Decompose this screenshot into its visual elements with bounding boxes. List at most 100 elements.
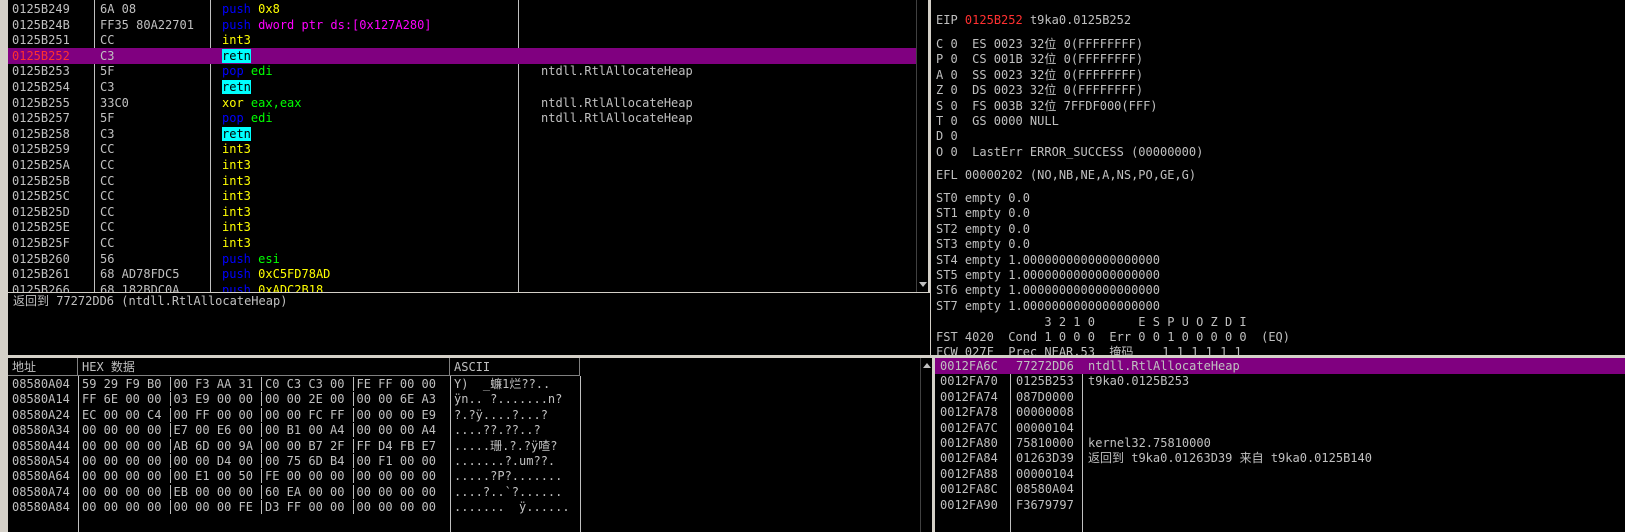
disassembly-pane[interactable]: 0125B249 6A 08 push 0x8 0125B24B FF35 80A227… [8, 0, 920, 292]
stack-row[interactable]: 0012FA80 75810000 kernel32.75810000 [935, 435, 1625, 451]
disasm-mnemonic: retn [222, 80, 251, 94]
dump-group-separator [352, 438, 354, 453]
stack-row[interactable]: 0012FA6C 77272DD6 ntdll.RtlAllocateHeap [935, 358, 1625, 374]
fpu-register-line[interactable]: ST5 empty 1.0000000000000000000 [936, 267, 1160, 283]
dump-scrollbar[interactable] [920, 358, 932, 532]
dump-ascii: .....珊.?.?ÿ喳? [454, 438, 558, 453]
flag-register-line[interactable]: D 0 [936, 128, 958, 144]
dump-row[interactable]: 08580A44 00 00 00 00 AB 6D 00 9A 00 00 B7 2… [8, 438, 920, 454]
dump-address: 08580A74 [12, 484, 70, 499]
dump-pane[interactable]: 地址 HEX 数据 ASCII 08580A04 59 29 F9 B0 00 F3… [8, 358, 920, 532]
dump-row[interactable]: 08580A34 00 00 00 00 E7 00 E6 00 00 B1 00 A… [8, 422, 920, 438]
dump-address: 08580A34 [12, 423, 70, 438]
dump-hex-group: 00 FF 00 00 [173, 407, 253, 422]
disasm-row[interactable]: 0125B25E CC int3 [8, 219, 920, 235]
stack-row[interactable]: 0012FA88 00000104 [935, 466, 1625, 482]
disasm-instruction: pop edi [222, 110, 273, 126]
eip-register[interactable]: EIP 0125B252 t9ka0.0125B252 [936, 12, 1131, 28]
dump-col-ascii[interactable]: ASCII [450, 358, 580, 376]
stack-row[interactable]: 0012FA74 087D0000 [935, 389, 1625, 405]
fpu-register-line[interactable]: ST1 empty 0.0 [936, 205, 1030, 221]
dump-row[interactable]: 08580A64 00 00 00 00 00 E1 00 50 FE 00 00 0… [8, 468, 920, 484]
dump-group-separator [169, 454, 171, 468]
dump-row[interactable]: 08580A54 00 00 00 00 00 00 D4 00 00 75 6D B… [8, 453, 920, 469]
dump-row[interactable]: 08580A04 59 29 F9 B0 00 F3 AA 31 C0 C3 C3 0… [8, 376, 920, 392]
disasm-row[interactable]: 0125B249 6A 08 push 0x8 [8, 1, 920, 17]
stack-row[interactable]: 0012FA90 F3679797 [935, 497, 1625, 513]
dump-col-hex[interactable]: HEX 数据 [78, 358, 450, 376]
dump-col-address[interactable]: 地址 [8, 358, 78, 376]
stack-value: 00000008 [1016, 405, 1074, 420]
stack-row[interactable]: 0012FA7C 00000104 [935, 420, 1625, 436]
stack-value: 00000104 [1016, 466, 1074, 481]
efl-register[interactable]: EFL 00000202 (NO,NB,NE,A,NS,PO,GE,G) [936, 167, 1196, 183]
flag-register-line[interactable]: P 0 CS 001B 32位 0(FFFFFFFF) [936, 51, 1143, 67]
disasm-mnemonic: int3 [222, 142, 251, 157]
disasm-row[interactable]: 0125B251 CC int3 [8, 32, 920, 48]
dump-hex-group: 59 29 F9 B0 [82, 377, 162, 391]
dump-row[interactable]: 08580A14 FF 6E 00 00 03 E9 00 00 00 00 2E 0… [8, 391, 920, 407]
disasm-row[interactable]: 0125B25F CC int3 [8, 235, 920, 251]
disasm-row[interactable]: 0125B254 C3 retn [8, 79, 920, 95]
disasm-row[interactable]: 0125B25A CC int3 [8, 157, 920, 173]
disasm-mnemonic: push [222, 2, 251, 16]
disasm-row[interactable]: 0125B255 33C0 xor eax,eax ntdll.RtlAllocate… [8, 95, 920, 111]
disasm-row[interactable]: 0125B252 C3 retn [8, 47, 920, 64]
dump-group-separator [169, 423, 171, 438]
flag-register-line[interactable]: O 0 LastErr ERROR_SUCCESS (00000000) [936, 144, 1203, 160]
fpu-register-line[interactable]: ST4 empty 1.0000000000000000000 [936, 252, 1160, 268]
stack-row[interactable]: 0012FA84 01263D39 返回到 t9ka0.01263D39 来自 t9… [935, 450, 1625, 466]
disasm-row[interactable]: 0125B25B CC int3 [8, 173, 920, 189]
stack-pane[interactable]: 0012FA6C 77272DD6 ntdll.RtlAllocateHeap 001… [935, 358, 1625, 532]
disasm-instruction: retn [222, 79, 251, 95]
dump-group-separator [261, 392, 262, 407]
stack-row[interactable]: 0012FA78 00000008 [935, 404, 1625, 420]
dump-ascii: .......?.um??. [454, 454, 556, 468]
disasm-row[interactable]: 0125B260 56 push esi [8, 251, 920, 267]
disasm-row[interactable]: 0125B253 5F pop edi ntdll.RtlAllocateHeap [8, 63, 920, 79]
disasm-row[interactable]: 0125B259 CC int3 [8, 141, 920, 157]
disasm-row[interactable]: 0125B257 5F pop edi ntdll.RtlAllocateHeap [8, 110, 920, 126]
stack-row[interactable]: 0012FA70 0125B253 t9ka0.0125B253 [935, 373, 1625, 389]
dump-row[interactable]: 08580A84 00 00 00 00 00 00 00 FE D3 FF 00 0… [8, 499, 920, 515]
disasm-row[interactable]: 0125B258 C3 retn [8, 126, 920, 142]
disassembly-scrollbar[interactable] [916, 0, 928, 292]
stack-value: 00000104 [1016, 420, 1074, 435]
dump-hex-group: 00 00 00 E9 [356, 407, 436, 422]
disasm-hex: 33C0 [100, 95, 129, 110]
registers-pane[interactable]: EIP 0125B252 t9ka0.0125B252 C 0 ES 0023 … [931, 0, 1625, 355]
disasm-instruction: int3 [222, 235, 251, 251]
flag-register-line[interactable]: S 0 FS 003B 32位 7FFDF000(FFF) [936, 98, 1158, 114]
disasm-row[interactable]: 0125B25D CC int3 [8, 204, 920, 220]
fpu-register-line[interactable]: ST2 empty 0.0 [936, 221, 1030, 237]
dump-group-separator [169, 500, 171, 515]
fst-register[interactable]: FST 4020 Cond 1 0 0 0 Err 0 0 1 0 0 0 0 … [936, 329, 1290, 345]
disasm-row[interactable]: 0125B266 68 182BDC0A push 0xADC2B18 [8, 282, 920, 292]
disasm-row[interactable]: 0125B25C CC int3 [8, 188, 920, 204]
dump-row[interactable]: 08580A74 00 00 00 00 EB 00 00 00 60 EA 00 0… [8, 484, 920, 500]
flag-register-line[interactable]: A 0 SS 0023 32位 0(FFFFFFFF) [936, 67, 1143, 83]
fpu-register-line[interactable]: ST7 empty 1.0000000000000000000 [936, 298, 1160, 314]
disasm-row[interactable]: 0125B261 68 AD78FDC5 push 0xC5FD78AD [8, 266, 920, 282]
disasm-instruction: push 0xC5FD78AD [222, 266, 330, 282]
dump-hex-group: 00 00 00 00 [82, 484, 162, 499]
fpu-register-line[interactable]: ST3 empty 0.0 [936, 236, 1030, 252]
dump-row[interactable]: 08580A24 EC 00 00 C4 00 FF 00 00 00 00 FC F… [8, 407, 920, 423]
scroll-up-icon[interactable] [923, 363, 931, 368]
disasm-operand: 0x8 [258, 2, 280, 16]
fpu-register-line[interactable]: ST0 empty 0.0 [936, 190, 1030, 206]
flag-register-line[interactable]: Z 0 DS 0023 32位 0(FFFFFFFF) [936, 82, 1143, 98]
fpu-register-line[interactable]: ST6 empty 1.0000000000000000000 [936, 282, 1160, 298]
dump-group-separator [261, 469, 262, 484]
flag-register-line[interactable]: C 0 ES 0023 32位 0(FFFFFFFF) [936, 36, 1143, 52]
fcw-register[interactable]: FCW 027F Prec NEAR,53 掩码 1 1 1 1 1 1 [936, 344, 1242, 355]
flag-register-line[interactable]: T 0 GS 0000 NULL [936, 113, 1059, 129]
dump-hex-group: 00 00 00 00 [82, 438, 162, 453]
dump-hex-group: 00 00 00 00 [356, 469, 436, 484]
disasm-instruction: push dword ptr ds:[0x127A280] [222, 17, 432, 33]
disasm-row[interactable]: 0125B24B FF35 80A22701 push dword ptr ds:[… [8, 17, 920, 33]
disasm-instruction: int3 [222, 173, 251, 189]
stack-row[interactable]: 0012FA8C 08580A04 [935, 481, 1625, 497]
disasm-instruction: retn [222, 48, 251, 64]
scroll-down-icon[interactable] [919, 282, 927, 287]
